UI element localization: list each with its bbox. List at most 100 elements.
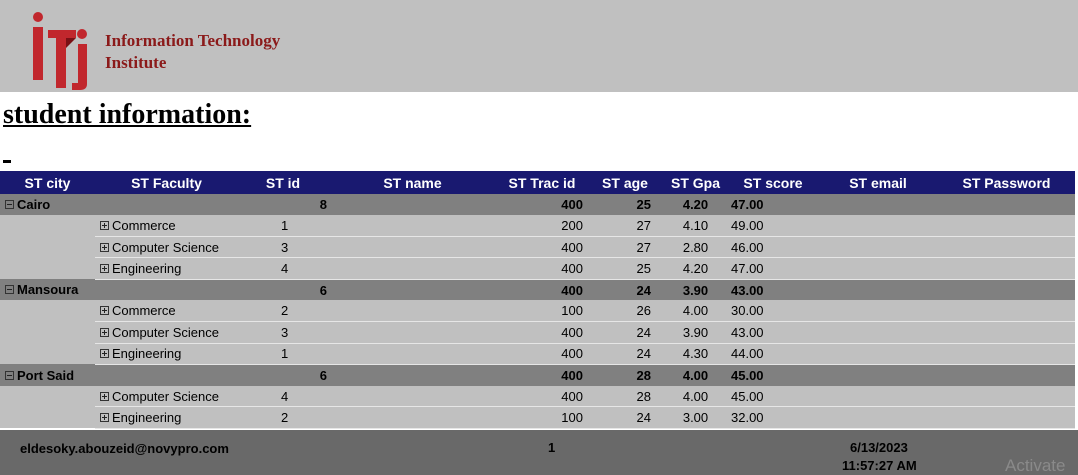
row-city-blank [0,236,95,258]
row-gpa: 3.00 [663,406,728,429]
group-trac-value: 400 [561,282,583,298]
row-age-value: 26 [636,303,651,319]
row-gpa: 4.00 [663,385,728,408]
group-id: 6 [238,279,328,301]
row-trac-value: 100 [561,303,583,319]
row-age: 24 [587,343,663,365]
expand-icon[interactable] [100,264,109,274]
group-city: Port Said [0,364,95,386]
column-header[interactable]: ST Gpa [663,171,728,194]
column-header[interactable]: ST Trac id [497,171,587,194]
group-password-blank [938,194,1075,216]
group-name-blank [328,279,497,301]
row-name-blank [328,236,497,259]
row-faculty-value: Engineering [112,261,182,277]
row-faculty: Computer Science [95,236,238,259]
group-faculty-blank [95,279,238,301]
row-score-value: 43.00 [731,324,764,340]
group-score-value: 45.00 [731,367,764,383]
row-age: 25 [587,257,663,280]
row-score: 46.00 [728,236,818,259]
expand-icon[interactable] [100,327,109,337]
expand-icon[interactable] [100,349,109,359]
row-score: 32.00 [728,406,818,429]
expand-icon[interactable] [100,221,109,231]
row-gpa-value: 3.00 [682,410,709,426]
row-gpa: 4.20 [663,257,728,280]
group-password-blank [938,364,1075,386]
column-header[interactable]: ST email [818,171,938,194]
row-id: 3 [238,236,328,259]
faculty-row[interactable]: Computer Science 3 400 27 2.80 46.00 [0,236,1075,259]
city-group-row[interactable]: Cairo 8 400 25 4.20 47.00 [0,194,1075,216]
row-id-value: 2 [281,410,289,426]
institute-name-line1: Information Technology [105,31,281,50]
footer-time: 11:57:27 AM [842,458,917,473]
row-trac: 400 [497,321,587,344]
faculty-row[interactable]: Engineering 2 100 24 3.00 32.00 [0,406,1075,429]
faculty-row[interactable]: Engineering 1 400 24 4.30 44.00 [0,343,1075,365]
row-faculty-value: Commerce [112,218,176,234]
row-password-blank [938,321,1075,344]
column-header[interactable]: ST score [728,171,818,194]
faculty-row[interactable]: Commerce 1 200 27 4.10 49.00 [0,215,1075,238]
collapse-icon[interactable] [5,285,14,295]
group-id-value: 6 [319,282,327,298]
collapse-icon[interactable] [5,370,14,380]
row-password-blank [938,300,1075,323]
column-header[interactable]: ST Password [938,171,1075,194]
group-score-value: 43.00 [731,282,764,298]
row-id: 4 [238,385,328,408]
group-email-blank [818,194,938,216]
faculty-row[interactable]: Computer Science 4 400 28 4.00 45.00 [0,385,1075,408]
group-id: 8 [238,194,328,216]
row-faculty-value: Computer Science [112,239,219,255]
row-trac-value: 400 [561,324,583,340]
row-email-blank [818,236,938,259]
column-header[interactable]: ST id [238,171,328,194]
collapse-icon[interactable] [5,200,14,210]
column-header[interactable]: ST age [587,171,663,194]
expand-icon[interactable] [100,306,109,316]
row-score: 44.00 [728,343,818,365]
row-id: 2 [238,300,328,323]
column-header[interactable]: ST city [0,171,95,194]
row-score-value: 47.00 [731,261,764,277]
group-trac-value: 400 [561,197,583,213]
row-faculty: Computer Science [95,321,238,344]
expand-icon[interactable] [100,413,109,423]
group-trac: 400 [497,364,587,386]
group-city-value: Port Said [17,367,75,383]
group-city: Cairo [0,194,95,216]
row-gpa: 3.90 [663,321,728,344]
row-email-blank [818,343,938,365]
row-age-value: 27 [636,239,651,255]
row-faculty: Computer Science [95,385,238,408]
group-city-value: Cairo [17,197,51,213]
row-city-blank [0,406,95,429]
row-id-value: 1 [281,346,289,362]
expand-icon[interactable] [100,242,109,252]
row-email-blank [818,215,938,238]
row-age-value: 28 [636,388,651,404]
institute-name-line2: Institute [105,53,167,72]
city-group-row[interactable]: Mansoura 6 400 24 3.90 43.00 [0,279,1075,301]
row-trac-value: 400 [561,346,583,362]
column-header[interactable]: ST name [328,171,497,194]
group-age: 25 [587,194,663,216]
group-score-value: 47.00 [731,197,764,213]
row-password-blank [938,236,1075,259]
faculty-row[interactable]: Computer Science 3 400 24 3.90 43.00 [0,321,1075,344]
row-city-blank [0,257,95,280]
row-city-blank [0,343,95,365]
group-score: 43.00 [728,279,818,301]
city-group-row[interactable]: Port Said 6 400 28 4.00 45.00 [0,364,1075,386]
faculty-row[interactable]: Engineering 4 400 25 4.20 47.00 [0,257,1075,280]
title-dash [3,160,11,163]
faculty-row[interactable]: Commerce 2 100 26 4.00 30.00 [0,300,1075,323]
group-password-blank [938,279,1075,301]
expand-icon[interactable] [100,391,109,401]
row-name-blank [328,385,497,408]
group-age: 28 [587,364,663,386]
column-header[interactable]: ST Faculty [95,171,238,194]
